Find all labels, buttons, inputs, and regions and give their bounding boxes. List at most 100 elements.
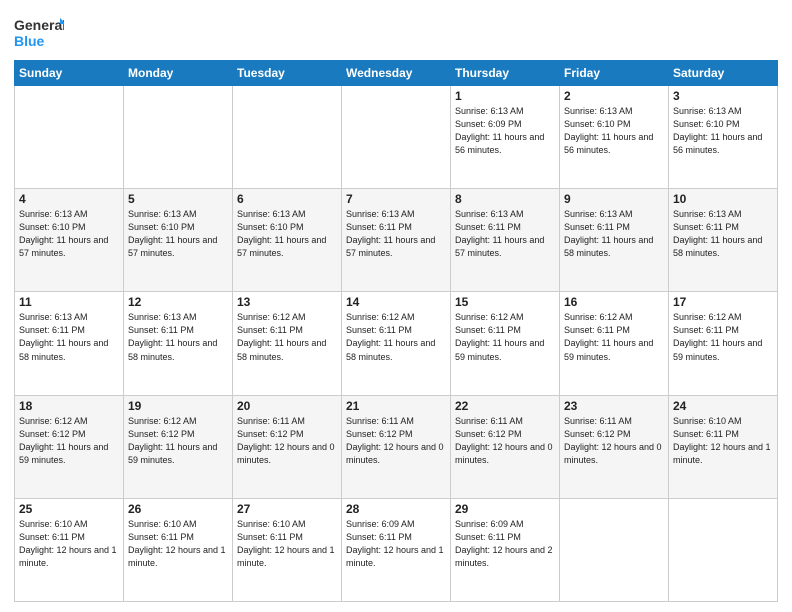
calendar-cell: 6 Sunrise: 6:13 AMSunset: 6:10 PMDaylight… bbox=[233, 189, 342, 292]
day-number: 24 bbox=[673, 399, 773, 413]
day-number: 21 bbox=[346, 399, 446, 413]
calendar-cell: 5Sunrise: 6:13 AMSunset: 6:10 PMDaylight… bbox=[124, 189, 233, 292]
calendar-cell: 4 Sunrise: 6:13 AMSunset: 6:10 PMDaylight… bbox=[15, 189, 124, 292]
day-info: Sunrise: 6:11 AMSunset: 6:12 PMDaylight:… bbox=[346, 415, 446, 467]
day-info: Sunrise: 6:12 AMSunset: 6:11 PMDaylight:… bbox=[673, 311, 773, 363]
calendar-cell: 28 Sunrise: 6:09 AMSunset: 6:11 PMDayligh… bbox=[342, 498, 451, 601]
logo-svg: General Blue bbox=[14, 14, 64, 54]
day-info: Sunrise: 6:12 AMSunset: 6:11 PMDaylight:… bbox=[455, 311, 555, 363]
week-row-5: 25 Sunrise: 6:10 AMSunset: 6:11 PMDayligh… bbox=[15, 498, 778, 601]
day-number: 16 bbox=[564, 295, 664, 309]
calendar-cell: 10 Sunrise: 6:13 AMSunset: 6:11 PMDayligh… bbox=[669, 189, 778, 292]
day-info: Sunrise: 6:13 AMSunset: 6:10 PMDaylight:… bbox=[19, 208, 119, 260]
week-row-1: 1Sunrise: 6:13 AMSunset: 6:09 PMDaylight… bbox=[15, 86, 778, 189]
calendar-cell: 17 Sunrise: 6:12 AMSunset: 6:11 PMDayligh… bbox=[669, 292, 778, 395]
day-number: 27 bbox=[237, 502, 337, 516]
calendar-cell: 14 Sunrise: 6:12 AMSunset: 6:11 PMDayligh… bbox=[342, 292, 451, 395]
day-number: 10 bbox=[673, 192, 773, 206]
day-info: Sunrise: 6:13 AMSunset: 6:10 PMDaylight:… bbox=[673, 105, 773, 157]
calendar-cell: 15 Sunrise: 6:12 AMSunset: 6:11 PMDayligh… bbox=[451, 292, 560, 395]
calendar-cell: 22Sunrise: 6:11 AMSunset: 6:12 PMDayligh… bbox=[451, 395, 560, 498]
day-info: Sunrise: 6:13 AMSunset: 6:11 PMDaylight:… bbox=[455, 208, 555, 260]
day-info: Sunrise: 6:12 AMSunset: 6:11 PMDaylight:… bbox=[564, 311, 664, 363]
day-number: 11 bbox=[19, 295, 119, 309]
day-number: 20 bbox=[237, 399, 337, 413]
day-info: Sunrise: 6:13 AMSunset: 6:10 PMDaylight:… bbox=[564, 105, 664, 157]
calendar-cell: 26 Sunrise: 6:10 AMSunset: 6:11 PMDayligh… bbox=[124, 498, 233, 601]
day-number: 14 bbox=[346, 295, 446, 309]
day-number: 13 bbox=[237, 295, 337, 309]
calendar-cell: 8 Sunrise: 6:13 AMSunset: 6:11 PMDaylight… bbox=[451, 189, 560, 292]
day-info: Sunrise: 6:09 AMSunset: 6:11 PMDaylight:… bbox=[455, 518, 555, 570]
day-number: 19 bbox=[128, 399, 228, 413]
svg-text:General: General bbox=[14, 17, 64, 33]
day-info: Sunrise: 6:13 AMSunset: 6:10 PMDaylight:… bbox=[237, 208, 337, 260]
calendar-cell: 27 Sunrise: 6:10 AMSunset: 6:11 PMDayligh… bbox=[233, 498, 342, 601]
calendar-cell bbox=[124, 86, 233, 189]
day-number: 22 bbox=[455, 399, 555, 413]
calendar-table: SundayMondayTuesdayWednesdayThursdayFrid… bbox=[14, 60, 778, 602]
col-header-monday: Monday bbox=[124, 61, 233, 86]
calendar-cell: 29 Sunrise: 6:09 AMSunset: 6:11 PMDayligh… bbox=[451, 498, 560, 601]
calendar-cell bbox=[233, 86, 342, 189]
day-info: Sunrise: 6:13 AMSunset: 6:10 PMDaylight:… bbox=[128, 208, 228, 260]
col-header-wednesday: Wednesday bbox=[342, 61, 451, 86]
header: General Blue bbox=[14, 10, 778, 54]
day-number: 15 bbox=[455, 295, 555, 309]
day-number: 3 bbox=[673, 89, 773, 103]
calendar-cell: 24 Sunrise: 6:10 AMSunset: 6:11 PMDayligh… bbox=[669, 395, 778, 498]
day-number: 25 bbox=[19, 502, 119, 516]
calendar-cell: 3 Sunrise: 6:13 AMSunset: 6:10 PMDaylight… bbox=[669, 86, 778, 189]
day-info: Sunrise: 6:13 AMSunset: 6:11 PMDaylight:… bbox=[673, 208, 773, 260]
calendar-cell: 23Sunrise: 6:11 AMSunset: 6:12 PMDayligh… bbox=[560, 395, 669, 498]
page: General Blue SundayMondayTuesdayWednesda… bbox=[0, 0, 792, 612]
week-row-3: 11 Sunrise: 6:13 AMSunset: 6:11 PMDayligh… bbox=[15, 292, 778, 395]
calendar-cell: 19Sunrise: 6:12 AMSunset: 6:12 PMDayligh… bbox=[124, 395, 233, 498]
day-number: 8 bbox=[455, 192, 555, 206]
day-number: 23 bbox=[564, 399, 664, 413]
day-info: Sunrise: 6:13 AMSunset: 6:11 PMDaylight:… bbox=[128, 311, 228, 363]
calendar-cell: 25 Sunrise: 6:10 AMSunset: 6:11 PMDayligh… bbox=[15, 498, 124, 601]
day-number: 28 bbox=[346, 502, 446, 516]
calendar-cell bbox=[669, 498, 778, 601]
day-info: Sunrise: 6:09 AMSunset: 6:11 PMDaylight:… bbox=[346, 518, 446, 570]
col-header-friday: Friday bbox=[560, 61, 669, 86]
week-row-2: 4 Sunrise: 6:13 AMSunset: 6:10 PMDaylight… bbox=[15, 189, 778, 292]
day-info: Sunrise: 6:10 AMSunset: 6:11 PMDaylight:… bbox=[237, 518, 337, 570]
calendar-cell: 20Sunrise: 6:11 AMSunset: 6:12 PMDayligh… bbox=[233, 395, 342, 498]
day-info: Sunrise: 6:10 AMSunset: 6:11 PMDaylight:… bbox=[128, 518, 228, 570]
day-info: Sunrise: 6:13 AMSunset: 6:11 PMDaylight:… bbox=[564, 208, 664, 260]
day-number: 29 bbox=[455, 502, 555, 516]
day-number: 1 bbox=[455, 89, 555, 103]
day-info: Sunrise: 6:12 AMSunset: 6:11 PMDaylight:… bbox=[346, 311, 446, 363]
calendar-cell: 18 Sunrise: 6:12 AMSunset: 6:12 PMDayligh… bbox=[15, 395, 124, 498]
calendar-cell: 13 Sunrise: 6:12 AMSunset: 6:11 PMDayligh… bbox=[233, 292, 342, 395]
day-info: Sunrise: 6:13 AMSunset: 6:11 PMDaylight:… bbox=[346, 208, 446, 260]
day-info: Sunrise: 6:13 AMSunset: 6:11 PMDaylight:… bbox=[19, 311, 119, 363]
svg-text:Blue: Blue bbox=[14, 33, 45, 49]
calendar-cell bbox=[560, 498, 669, 601]
day-number: 17 bbox=[673, 295, 773, 309]
day-number: 26 bbox=[128, 502, 228, 516]
day-info: Sunrise: 6:10 AMSunset: 6:11 PMDaylight:… bbox=[673, 415, 773, 467]
day-number: 9 bbox=[564, 192, 664, 206]
day-number: 7 bbox=[346, 192, 446, 206]
calendar-cell bbox=[15, 86, 124, 189]
day-info: Sunrise: 6:10 AMSunset: 6:11 PMDaylight:… bbox=[19, 518, 119, 570]
day-number: 4 bbox=[19, 192, 119, 206]
day-info: Sunrise: 6:12 AMSunset: 6:11 PMDaylight:… bbox=[237, 311, 337, 363]
calendar-header-row: SundayMondayTuesdayWednesdayThursdayFrid… bbox=[15, 61, 778, 86]
calendar-cell: 11 Sunrise: 6:13 AMSunset: 6:11 PMDayligh… bbox=[15, 292, 124, 395]
week-row-4: 18 Sunrise: 6:12 AMSunset: 6:12 PMDayligh… bbox=[15, 395, 778, 498]
calendar-cell: 21 Sunrise: 6:11 AMSunset: 6:12 PMDayligh… bbox=[342, 395, 451, 498]
calendar-cell: 12 Sunrise: 6:13 AMSunset: 6:11 PMDayligh… bbox=[124, 292, 233, 395]
day-number: 12 bbox=[128, 295, 228, 309]
day-number: 6 bbox=[237, 192, 337, 206]
col-header-saturday: Saturday bbox=[669, 61, 778, 86]
calendar-cell: 7 Sunrise: 6:13 AMSunset: 6:11 PMDaylight… bbox=[342, 189, 451, 292]
col-header-sunday: Sunday bbox=[15, 61, 124, 86]
calendar-cell: 2Sunrise: 6:13 AMSunset: 6:10 PMDaylight… bbox=[560, 86, 669, 189]
day-info: Sunrise: 6:12 AMSunset: 6:12 PMDaylight:… bbox=[19, 415, 119, 467]
calendar-cell: 9 Sunrise: 6:13 AMSunset: 6:11 PMDaylight… bbox=[560, 189, 669, 292]
day-number: 18 bbox=[19, 399, 119, 413]
